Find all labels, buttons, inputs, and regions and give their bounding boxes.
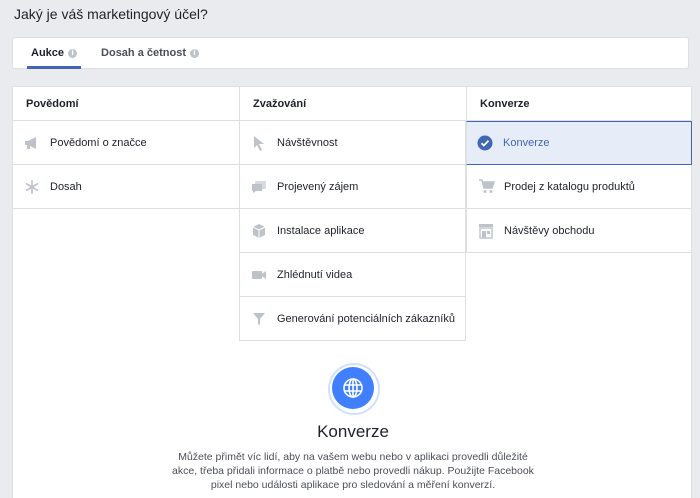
objective-label: Projevený zájem <box>277 180 359 193</box>
column-zvazovani: Zvažování Návštěvnost Projevený zájem In… <box>239 87 466 341</box>
objective-label: Konverze <box>503 137 550 149</box>
objective-zhlednuti-videa[interactable]: Zhlédnutí videa <box>239 253 466 297</box>
objective-label: Povědomí o značce <box>50 136 147 149</box>
store-icon <box>477 222 495 240</box>
box-icon <box>250 222 268 240</box>
tab-aukce[interactable]: Aukce i <box>19 38 89 69</box>
tab-label: Dosah a četnost <box>101 47 186 59</box>
objective-label: Návštěvy obchodu <box>504 224 595 237</box>
objective-label: Zhlédnutí videa <box>277 268 353 281</box>
tab-dosah-a-cetnost[interactable]: Dosah a četnost i <box>89 38 211 68</box>
objective-projeveny-zajem[interactable]: Projevený zájem <box>239 165 466 209</box>
objective-konverze[interactable]: Konverze <box>466 121 692 165</box>
column-header: Zvažování <box>239 87 466 121</box>
objective-label: Prodej z katalogu produktů <box>504 180 635 193</box>
detail-title: Konverze <box>317 422 389 441</box>
objective-label: Generování potenciálních zákazníků <box>277 312 455 325</box>
objective-instalace-aplikace[interactable]: Instalace aplikace <box>239 209 466 253</box>
objective-label: Návštěvnost <box>277 136 338 149</box>
objective-detail: Konverze Můžete přimět víc lidí, aby na … <box>13 363 693 492</box>
check-circle-icon <box>476 134 494 152</box>
objective-povedomi-o-znacce[interactable]: Povědomí o značce <box>13 121 239 165</box>
cursor-icon <box>250 134 268 152</box>
objective-panel: Povědomí Povědomí o značce Dosah Zvažová… <box>12 86 692 498</box>
snowflake-icon <box>23 178 41 196</box>
detail-description: Můžete přimět víc lidí, aby na vašem web… <box>172 451 534 491</box>
funnel-icon <box>250 310 268 328</box>
objective-prodej-z-katalogu[interactable]: Prodej z katalogu produktů <box>466 165 692 209</box>
info-icon[interactable]: i <box>68 48 78 58</box>
globe-icon <box>328 363 380 415</box>
objective-navstevnost[interactable]: Návštěvnost <box>239 121 466 165</box>
page-title: Jaký je váš marketingový účel? <box>14 6 208 22</box>
cart-icon <box>477 178 495 196</box>
column-povedomi: Povědomí Povědomí o značce Dosah <box>13 87 239 209</box>
megaphone-icon <box>23 134 41 152</box>
objective-label: Dosah <box>50 180 82 193</box>
info-icon[interactable]: i <box>190 48 199 58</box>
bidding-tabs: Aukce i Dosah a četnost i <box>12 37 689 69</box>
objective-navstevy-obchodu[interactable]: Návštěvy obchodu <box>466 209 692 253</box>
video-camera-icon <box>250 266 268 284</box>
speech-bubbles-icon <box>250 178 268 196</box>
objective-dosah[interactable]: Dosah <box>13 165 239 209</box>
tab-label: Aukce <box>31 47 65 59</box>
objective-generovani-zakazniku[interactable]: Generování potenciálních zákazníků <box>239 297 466 341</box>
column-header: Povědomí <box>13 87 239 121</box>
objective-label: Instalace aplikace <box>277 224 365 237</box>
column-konverze: Konverze Konverze Prodej z katalogu prod… <box>466 87 692 253</box>
column-header: Konverze <box>466 87 692 121</box>
